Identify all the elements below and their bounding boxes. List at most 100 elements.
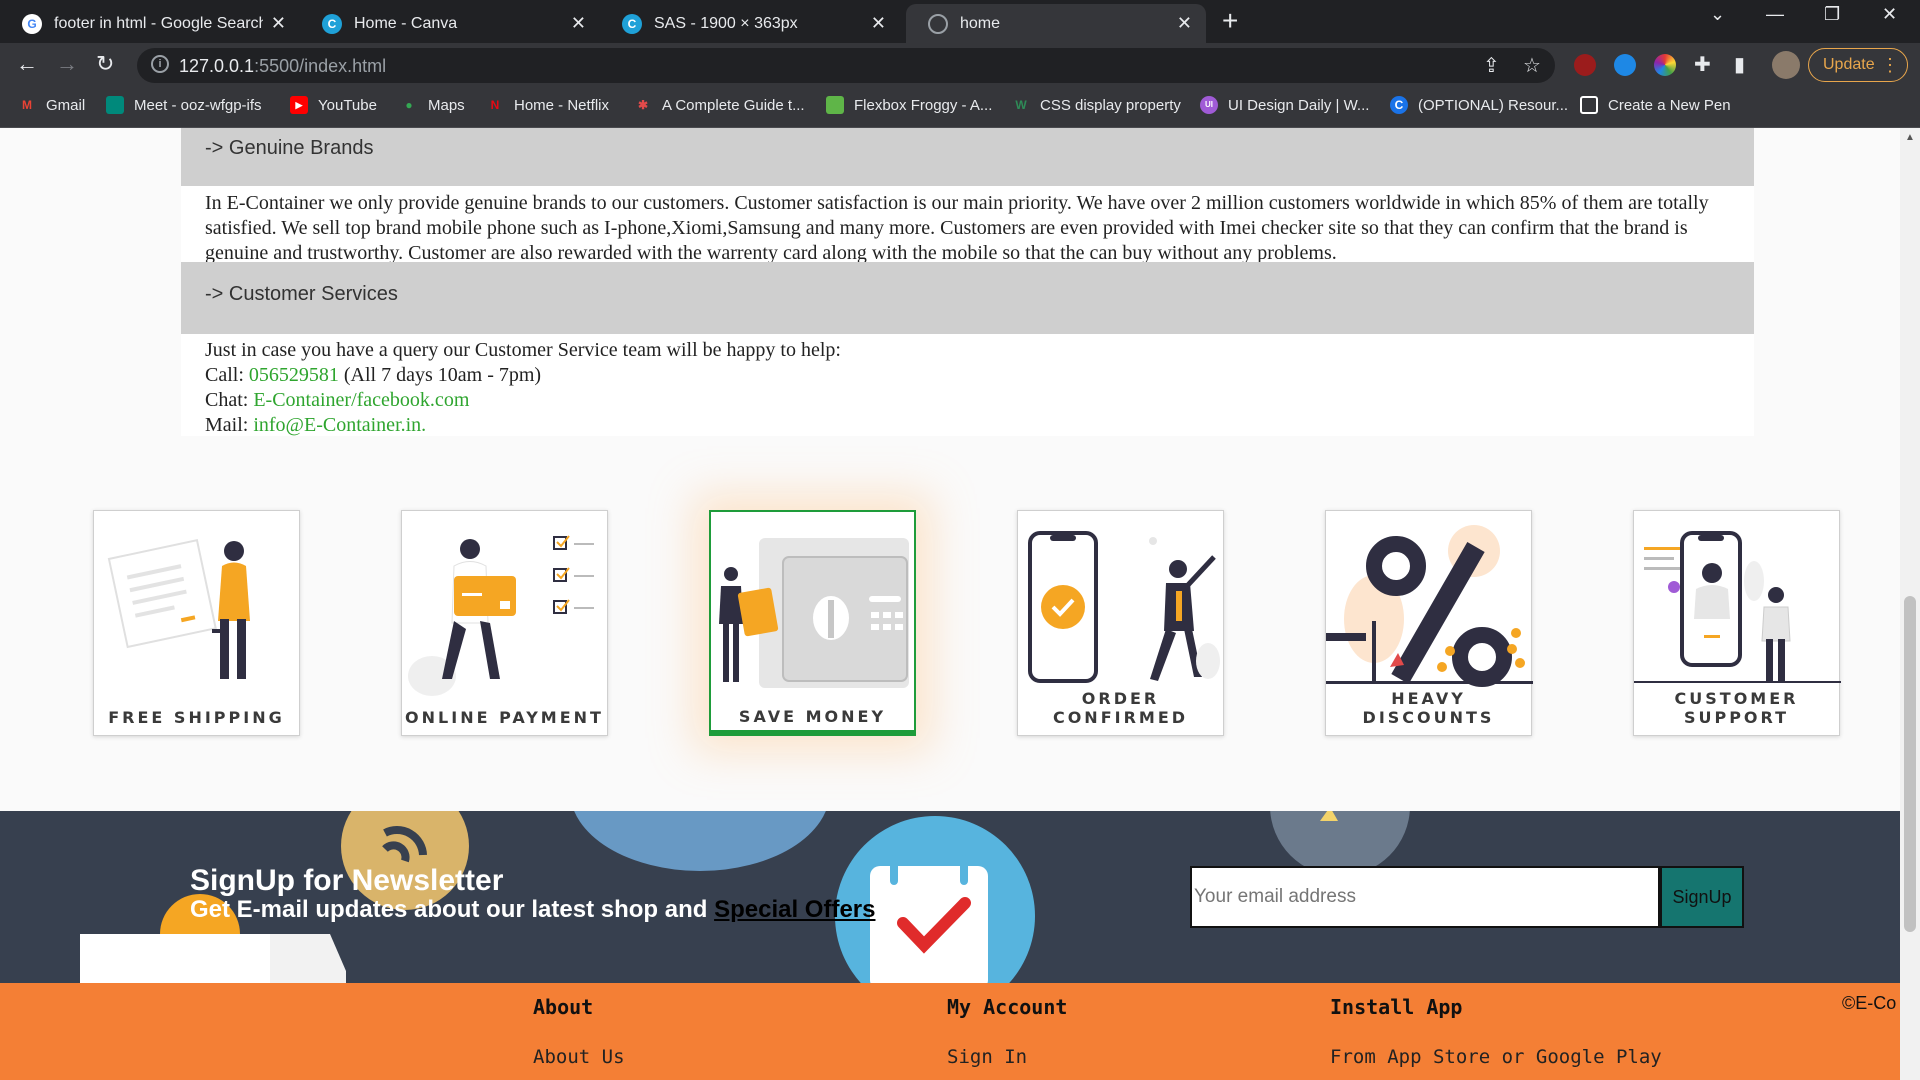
tab-search-icon[interactable]: ⌄ — [1710, 4, 1725, 25]
call-line: Call: 056529581 (All 7 days 10am - 7pm) — [205, 364, 542, 386]
browser-toolbar: ← → ↻ i 127.0.0.1:5500/index.html ⇪ ☆ ✚ … — [0, 43, 1920, 88]
feature-label: ORDER CONFIRMED — [1052, 689, 1189, 727]
faq-customer-services-body: Just in case you have a query our Custom… — [181, 334, 1754, 436]
scrollbar-thumb[interactable] — [1904, 596, 1916, 932]
side-panel-icon[interactable]: ▮ — [1734, 52, 1745, 77]
bookmark-flexbox-froggy[interactable]: Flexbox Froggy - A... — [826, 96, 992, 114]
signup-button[interactable]: SignUp — [1660, 866, 1744, 928]
back-icon[interactable]: ← — [16, 51, 38, 77]
newsletter-section: SignUp for Newsletter Get E-mail updates… — [0, 811, 1900, 983]
feature-card-heavy-discounts[interactable]: HEAVY DISCOUNTS — [1325, 510, 1533, 736]
info-icon[interactable]: i — [151, 55, 169, 73]
tab-canva-home[interactable]: C Home - Canva ✕ — [300, 4, 600, 43]
window-close-icon[interactable]: ✕ — [1882, 4, 1897, 25]
order-confirmed-illustration — [1028, 531, 1220, 683]
online-payment-illustration — [408, 535, 594, 696]
more-icon: ⋮ — [1881, 55, 1899, 75]
url-text: 127.0.0.1:5500/index.html — [179, 56, 387, 76]
meet-icon — [106, 96, 124, 114]
tab-title: SAS - 1900 × 363px — [654, 14, 798, 32]
footer-link-sign-in[interactable]: Sign In — [947, 1046, 1027, 1068]
bookmark-gmail[interactable]: M Gmail — [18, 96, 85, 114]
reload-icon[interactable]: ↻ — [96, 51, 114, 77]
scroll-up-icon[interactable]: ▲ — [1905, 132, 1915, 143]
free-shipping-illustration — [107, 539, 250, 679]
footer-heading-my-account: My Account — [947, 995, 1068, 1019]
bookmark-star-icon[interactable]: ☆ — [1523, 53, 1541, 78]
faq-genuine-brands-header[interactable]: -> Genuine Brands — [181, 128, 1754, 186]
feature-card-order-confirmed[interactable]: ORDER CONFIRMED — [1017, 510, 1224, 736]
footer-heading-install-app: Install App — [1330, 995, 1463, 1019]
feature-label: SAVE MONEY — [738, 707, 887, 726]
browser-tab-bar: G footer in html - Google Search ✕ C Hom… — [0, 0, 1920, 43]
feature-card-save-money[interactable]: SAVE MONEY — [709, 510, 916, 736]
canva-icon: C — [622, 13, 642, 34]
feature-label: CUSTOMER SUPPORT — [1674, 689, 1799, 727]
phone-link[interactable]: 056529581 — [249, 364, 339, 386]
avatar[interactable] — [1772, 51, 1800, 79]
color-picker-icon[interactable] — [1654, 54, 1676, 76]
feature-label: FREE SHIPPING — [108, 708, 285, 727]
bookmark-maps[interactable]: ● Maps — [400, 96, 464, 114]
customer-support-illustration — [1634, 531, 1841, 683]
maps-icon: ● — [405, 98, 413, 112]
restore-icon[interactable]: ❐ — [1824, 4, 1840, 25]
heavy-discounts-illustration — [1326, 525, 1533, 687]
feature-card-customer-support[interactable]: CUSTOMER SUPPORT — [1633, 510, 1841, 736]
bookmark-codepen[interactable]: Create a New Pen — [1580, 96, 1731, 114]
frog-icon — [826, 96, 844, 114]
youtube-icon: ▶ — [290, 96, 308, 114]
tab-google-search[interactable]: G footer in html - Google Search ✕ — [0, 4, 300, 43]
mail-line: Mail: info@E-Container.in. — [205, 414, 427, 436]
codepen-icon — [1580, 96, 1598, 114]
footer: About About Us My Account Sign In Instal… — [0, 983, 1900, 1080]
minimize-icon[interactable]: — — [1766, 4, 1784, 25]
tab-home[interactable]: home ✕ — [906, 4, 1206, 43]
feature-label: ONLINE PAYMENT — [405, 708, 604, 727]
forward-icon[interactable]: → — [56, 51, 78, 77]
save-money-illustration — [719, 538, 909, 688]
footer-heading-about: About — [533, 995, 594, 1019]
google-icon: G — [22, 13, 42, 34]
faq-title: -> Genuine Brands — [205, 137, 374, 159]
bookmark-youtube[interactable]: ▶ YouTube — [290, 96, 377, 114]
new-tab-button[interactable]: + — [1222, 6, 1238, 36]
feature-card-free-shipping[interactable]: FREE SHIPPING — [93, 510, 300, 736]
extension-icon[interactable] — [1614, 54, 1636, 76]
chat-line: Chat: E-Container/facebook.com — [205, 389, 470, 411]
bookmarks-bar: M Gmail Meet - ooz-wfgp-ifs ▶ YouTube ● Map… — [0, 88, 1920, 128]
address-bar[interactable]: i 127.0.0.1:5500/index.html ⇪ ☆ — [137, 48, 1555, 83]
faq-customer-services-header[interactable]: -> Customer Services — [181, 262, 1754, 334]
newsletter-title: SignUp for Newsletter — [190, 864, 504, 897]
bookmark-ui-design-daily[interactable]: UI UI Design Daily | W... — [1200, 96, 1369, 114]
close-icon[interactable]: ✕ — [271, 13, 286, 34]
ublock-icon[interactable] — [1574, 54, 1596, 76]
copyright: ©E-Co — [1842, 993, 1897, 1013]
tab-canva-sas[interactable]: C SAS - 1900 × 363px ✕ — [600, 4, 900, 43]
special-offers-link[interactable]: Special Offers — [714, 896, 875, 923]
bookmark-css-tricks[interactable]: ✱ A Complete Guide t... — [634, 96, 805, 114]
bookmark-css-display[interactable]: W CSS display property — [1012, 96, 1181, 114]
bookmark-optional-resources[interactable]: C (OPTIONAL) Resour... — [1390, 96, 1568, 114]
close-icon[interactable]: ✕ — [871, 13, 886, 34]
email-input[interactable] — [1190, 866, 1660, 928]
close-icon[interactable]: ✕ — [1177, 13, 1192, 34]
feature-card-online-payment[interactable]: ONLINE PAYMENT — [401, 510, 608, 736]
footer-link-app-stores[interactable]: From App Store or Google Play — [1330, 1046, 1662, 1068]
globe-icon — [928, 13, 948, 34]
mail-link[interactable]: info@E-Container.in. — [253, 414, 426, 436]
canva-icon: C — [322, 13, 342, 34]
w-icon: W — [1015, 98, 1027, 112]
page-scrollbar[interactable]: ▲ — [1900, 128, 1920, 1080]
puzzle-icon[interactable]: ✚ — [1694, 52, 1711, 77]
update-button[interactable]: Update ⋮ — [1808, 48, 1908, 82]
close-icon[interactable]: ✕ — [571, 13, 586, 34]
chat-link[interactable]: E-Container/facebook.com — [253, 389, 469, 411]
share-icon[interactable]: ⇪ — [1483, 53, 1500, 78]
footer-link-about-us[interactable]: About Us — [533, 1046, 625, 1068]
faq-title: -> Customer Services — [205, 283, 398, 305]
ui-icon: UI — [1200, 96, 1218, 114]
bookmark-meet[interactable]: Meet - ooz-wfgp-ifs — [106, 96, 262, 114]
tab-title: Home - Canva — [354, 14, 458, 32]
bookmark-netflix[interactable]: N Home - Netflix — [486, 96, 609, 114]
